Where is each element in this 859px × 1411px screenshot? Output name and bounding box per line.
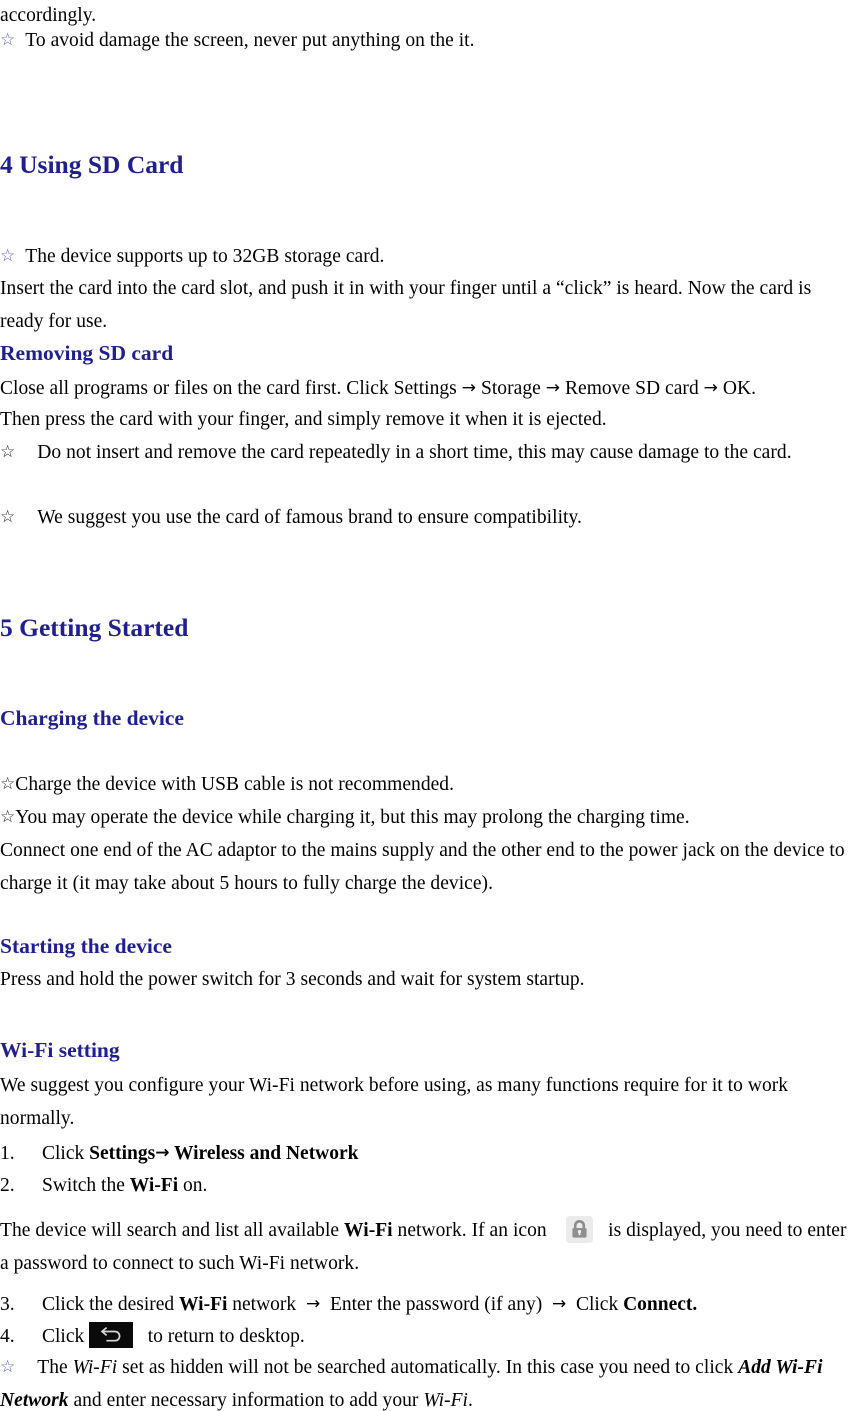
heading-using-sd-card: 4 Using SD Card — [0, 150, 859, 180]
hidden-note-wifi-label: Wi-Fi — [72, 1357, 118, 1378]
step-4-prefix: Click — [42, 1326, 85, 1347]
paragraph-press-card: Then press the card with your finger, an… — [0, 404, 859, 437]
hidden-note-prefix: The — [37, 1357, 73, 1378]
removing-part-a: Close all programs or files on the card … — [0, 378, 457, 399]
heading-charging-device-text: Charging the device — [0, 706, 184, 730]
step-3-network: network — [227, 1294, 297, 1315]
note-repeat-insert-text: Do not insert and remove the card repeat… — [37, 442, 792, 463]
paragraph-removing-steps: Close all programs or files on the card … — [0, 372, 859, 406]
list-item-step-3: 3. Click the desired Wi-Fi network → Ente… — [0, 1288, 859, 1322]
list-item-step-1: 1. Click Settings→ Wireless and Network — [0, 1137, 859, 1171]
note-hidden-wifi: ☆ The Wi-Fi set as hidden will not be sea… — [0, 1352, 859, 1411]
hidden-note-mid: set as hidden will not be searched autom… — [117, 1357, 739, 1378]
paragraph-power-switch-text: Press and hold the power switch for 3 se… — [0, 969, 585, 990]
step-1-settings-label: Settings — [89, 1143, 156, 1164]
continued-text: accordingly. — [0, 5, 97, 26]
paragraph-power-switch: Press and hold the power switch for 3 se… — [0, 964, 859, 997]
step-1-number: 1. — [0, 1143, 15, 1164]
arrow-right-icon: → — [545, 378, 561, 398]
list-item-step-2: 2. Switch the Wi-Fi on. — [0, 1170, 859, 1203]
star-bullet-icon: ☆ — [0, 1357, 16, 1377]
note-capacity: ☆ The device supports up to 32GB storage … — [0, 241, 859, 274]
step-2-suffix: on. — [178, 1175, 208, 1196]
hidden-note-wifi-label-2: Wi-Fi — [423, 1389, 468, 1411]
star-bullet-icon: ☆ — [0, 442, 16, 462]
heading-using-sd-card-text: 4 Using SD Card — [0, 150, 184, 179]
heading-starting-device-text: Starting the device — [0, 934, 172, 958]
heading-removing-sd-card-text: Removing SD card — [0, 341, 174, 365]
heading-wifi-setting-text: Wi-Fi setting — [0, 1038, 120, 1062]
step-3-wifi-label: Wi-Fi — [179, 1294, 228, 1315]
step-3-prefix: Click the desired — [42, 1294, 180, 1315]
removing-part-d: OK. — [722, 378, 757, 399]
step-4-suffix: to return to desktop. — [147, 1326, 305, 1347]
note-charge-usb: ☆Charge the device with USB cable is not… — [0, 769, 859, 802]
paragraph-insert-card: Insert the card into the card slot, and … — [0, 273, 859, 339]
arrow-right-icon: → — [305, 1294, 321, 1314]
heading-charging-device: Charging the device — [0, 704, 859, 732]
paragraph-ac-adaptor-text: Connect one end of the AC adaptor to the… — [0, 840, 845, 894]
removing-part-c: Remove SD card — [564, 378, 699, 399]
paragraph-wifi-intro-text: We suggest you configure your Wi-Fi netw… — [0, 1075, 789, 1129]
note-famous-brand-text: We suggest you use the card of famous br… — [37, 507, 582, 528]
note-screen-text: To avoid damage the screen, never put an… — [25, 30, 475, 51]
search-wifi-label: Wi-Fi — [344, 1220, 393, 1241]
note-charge-usb-text: Charge the device with USB cable is not … — [15, 774, 455, 795]
note-repeat-insert: ☆ Do not insert and remove the card repea… — [0, 437, 859, 470]
step-3-click: Click — [575, 1294, 624, 1315]
star-bullet-icon: ☆ — [0, 807, 16, 827]
paragraph-ac-adaptor: Connect one end of the AC adaptor to the… — [0, 835, 859, 901]
star-bullet-icon: ☆ — [0, 507, 16, 527]
note-charge-operate-text: You may operate the device while chargin… — [15, 807, 690, 828]
star-bullet-icon: ☆ — [0, 30, 16, 50]
removing-part-b: Storage — [480, 378, 541, 399]
paragraph-search-networks: The device will search and list all avai… — [0, 1215, 859, 1281]
step-2-prefix: Switch the — [42, 1175, 130, 1196]
note-famous-brand: ☆ We suggest you use the card of famous b… — [0, 502, 859, 535]
paragraph-insert-card-text: Insert the card into the card slot, and … — [0, 278, 812, 332]
lock-icon — [566, 1216, 594, 1243]
search-prefix: The device will search and list all avai… — [0, 1220, 345, 1241]
step-1-prefix: Click — [42, 1143, 90, 1164]
arrow-right-icon: → — [551, 1294, 567, 1314]
heading-wifi-setting: Wi-Fi setting — [0, 1036, 859, 1064]
note-screen: ☆ To avoid damage the screen, never put a… — [0, 25, 859, 58]
search-mid: network. If an icon — [392, 1220, 547, 1241]
hidden-note-tail: and enter necessary information to add y… — [68, 1389, 424, 1411]
step-3-connect-label: Connect. — [623, 1294, 698, 1315]
arrow-right-icon: → — [461, 378, 477, 398]
paragraph-press-card-text: Then press the card with your finger, an… — [0, 409, 607, 430]
step-3-number: 3. — [0, 1294, 15, 1315]
step-3-password: Enter the password (if any) — [329, 1294, 543, 1315]
heading-getting-started-text: 5 Getting Started — [0, 613, 189, 642]
heading-getting-started: 5 Getting Started — [0, 613, 859, 643]
heading-starting-device: Starting the device — [0, 932, 859, 960]
note-capacity-text: The device supports up to 32GB storage c… — [25, 246, 385, 267]
step-1-wireless-label: Wireless and Network — [169, 1143, 359, 1164]
heading-removing-sd-card: Removing SD card — [0, 339, 859, 367]
step-2-wifi-label: Wi-Fi — [129, 1175, 179, 1196]
star-bullet-icon: ☆ — [0, 246, 16, 266]
arrow-right-icon: → — [155, 1143, 170, 1163]
step-4-number: 4. — [0, 1326, 15, 1347]
arrow-right-icon: → — [703, 378, 718, 398]
note-charge-operate: ☆You may operate the device while chargi… — [0, 802, 859, 835]
document-page: accordingly. ☆ To avoid damage the screen… — [0, 0, 859, 1411]
list-item-step-4: 4. Click to return to desktop. — [0, 1321, 859, 1354]
step-2-number: 2. — [0, 1175, 15, 1196]
star-bullet-icon: ☆ — [0, 774, 16, 794]
paragraph-wifi-intro: We suggest you configure your Wi-Fi netw… — [0, 1070, 859, 1136]
back-arrow-icon — [89, 1322, 134, 1348]
hidden-note-period: . — [468, 1389, 473, 1411]
